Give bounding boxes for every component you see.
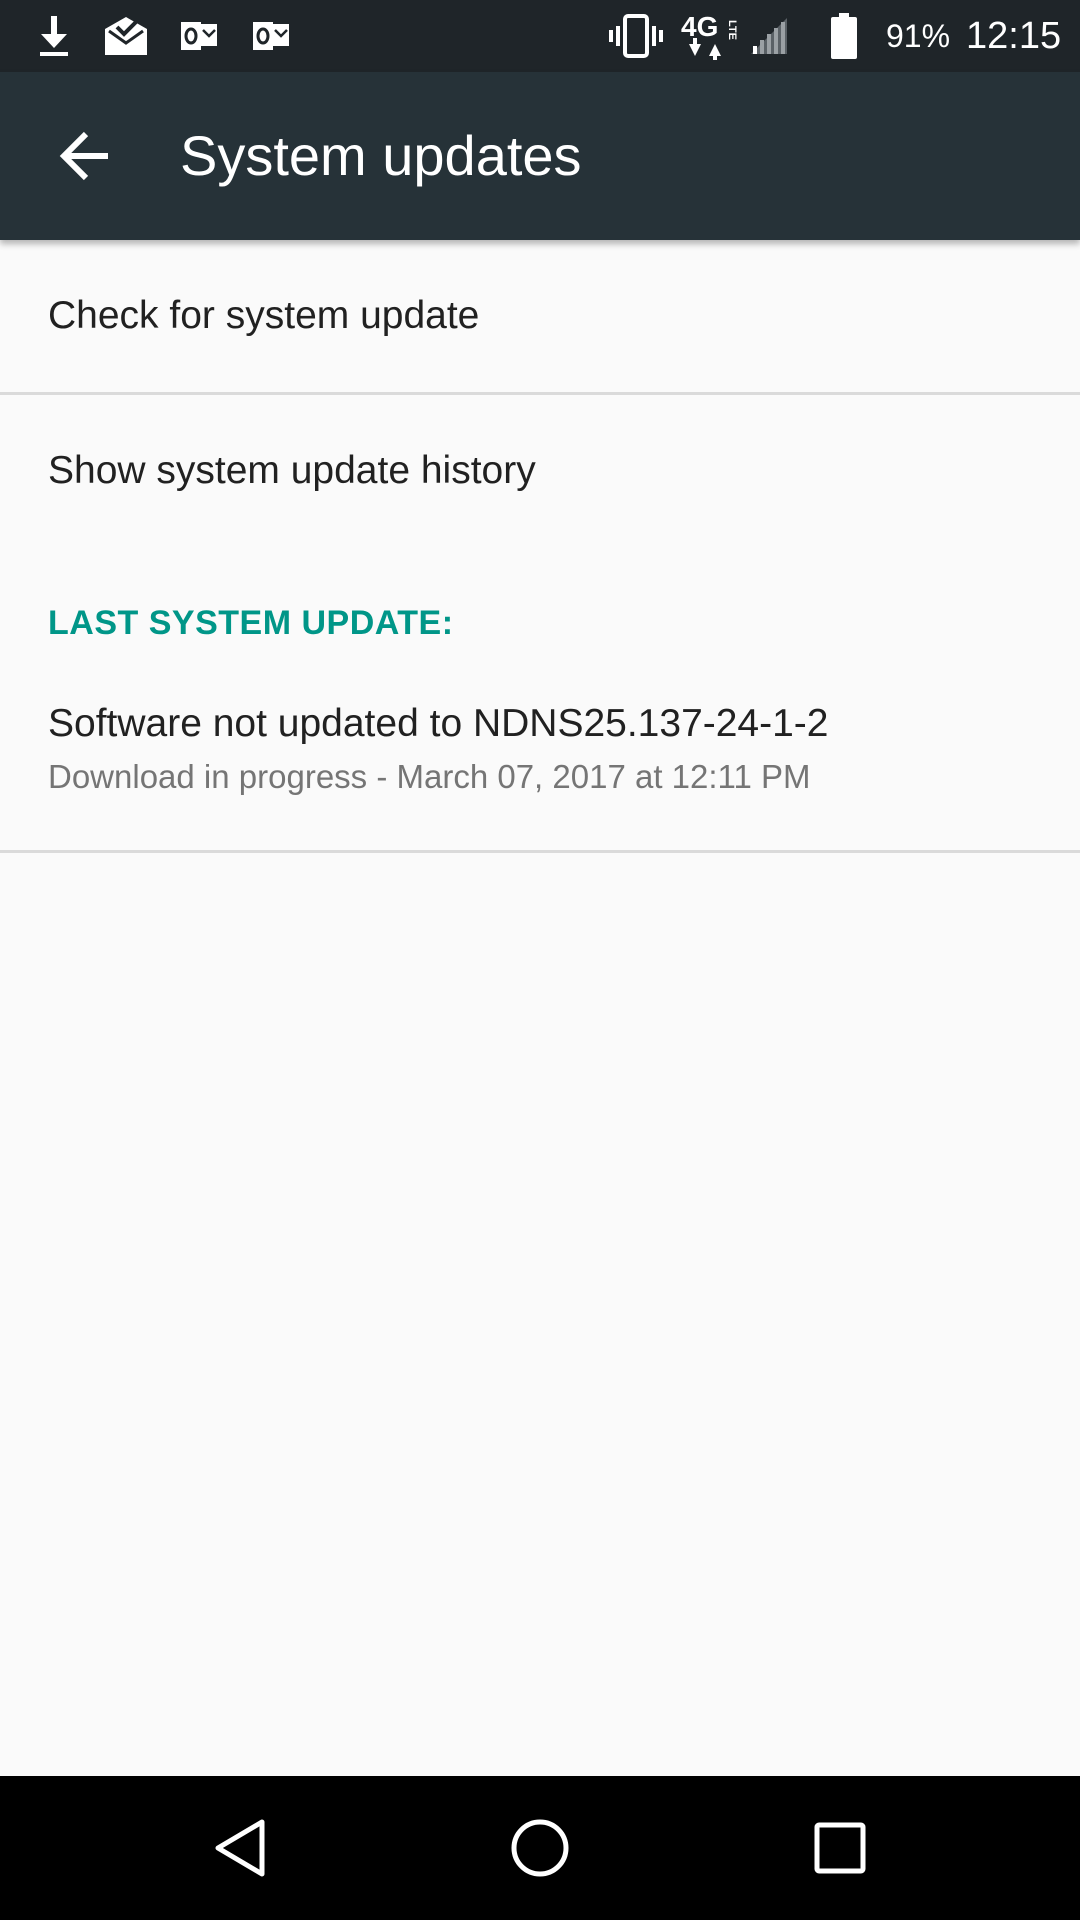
section-header-last-update: LAST SYSTEM UPDATE: bbox=[48, 604, 454, 642]
recents-icon bbox=[814, 1822, 866, 1874]
mail-check-icon bbox=[100, 12, 152, 60]
screen: 4G LTE 91% 12:15 System updates Check fo… bbox=[0, 0, 1080, 1920]
last-update-title: Software not updated to NDNS25.137-24-1-… bbox=[48, 702, 829, 745]
svg-text:LTE: LTE bbox=[726, 20, 738, 40]
update-history-label: Show system update history bbox=[48, 449, 536, 492]
4g-lte-icon: 4G LTE bbox=[678, 11, 750, 60]
back-button[interactable] bbox=[36, 108, 132, 204]
check-update-label: Check for system update bbox=[48, 294, 480, 337]
signal-icon bbox=[748, 12, 790, 60]
arrow-back-icon bbox=[59, 131, 108, 181]
status-bar: 4G LTE 91% 12:15 bbox=[0, 0, 1080, 72]
nav-recents-button[interactable] bbox=[780, 1800, 900, 1896]
list-item-update-history[interactable]: Show system update history bbox=[0, 395, 1080, 545]
last-update-summary: Download in progress - March 07, 2017 at… bbox=[48, 758, 811, 795]
navigation-bar bbox=[0, 1776, 1080, 1920]
nav-back-button[interactable] bbox=[180, 1800, 300, 1896]
vibrate-icon bbox=[606, 12, 666, 60]
outlook-icon bbox=[248, 12, 294, 60]
back-icon bbox=[215, 1819, 265, 1877]
list-item-check-update[interactable]: Check for system update bbox=[0, 240, 1080, 392]
svg-text:4G: 4G bbox=[681, 11, 718, 42]
divider bbox=[0, 850, 1080, 853]
page-title: System updates bbox=[180, 124, 582, 187]
battery-percent: 91% bbox=[886, 18, 951, 54]
clock: 12:15 bbox=[966, 15, 1062, 57]
outlook-icon bbox=[176, 12, 222, 60]
nav-home-button[interactable] bbox=[480, 1800, 600, 1896]
home-icon bbox=[511, 1819, 569, 1877]
download-icon bbox=[32, 12, 76, 60]
app-bar: System updates bbox=[0, 72, 1080, 240]
battery-icon bbox=[826, 12, 862, 60]
